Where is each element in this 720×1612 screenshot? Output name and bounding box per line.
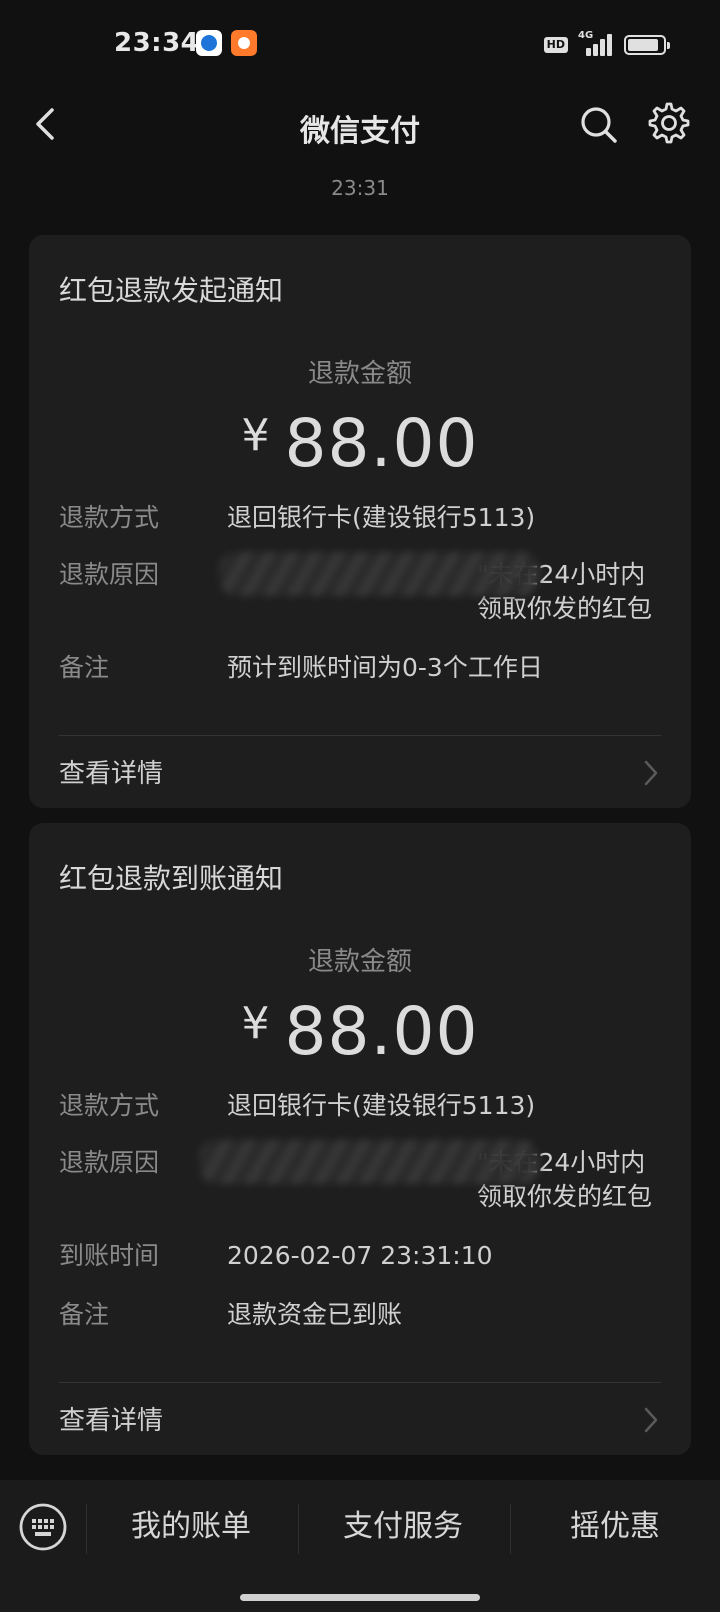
currency-symbol: ¥	[241, 410, 271, 461]
refund-amount: ¥88.00	[29, 993, 691, 1070]
view-details-label: 查看详情	[59, 759, 164, 789]
status-indicators: HD 4G	[543, 30, 670, 58]
row-key: 退款方式	[59, 503, 160, 532]
battery-icon	[624, 35, 670, 55]
view-details-link[interactable]: 查看详情	[59, 753, 661, 793]
refund-amount: ¥88.00	[29, 405, 691, 482]
row-key: 备注	[59, 653, 110, 682]
row-key: 退款原因	[59, 1148, 160, 1177]
info-row-reason: 退款原因 "未在24小时内领取你发的红包	[59, 552, 669, 628]
divider	[59, 1382, 661, 1383]
network-type: 4G	[578, 30, 594, 41]
row-value: 退回银行卡(建设银行5113)	[227, 503, 536, 532]
amount-value: 88.00	[284, 405, 479, 482]
amount-label: 退款金额	[307, 947, 412, 977]
amount-label: 退款金额	[307, 359, 412, 389]
bottom-menu-bar: 我的账单 支付服务 摇优惠	[0, 1480, 720, 1612]
home-indicator[interactable]	[240, 1594, 480, 1601]
view-details-label: 查看详情	[59, 1406, 164, 1436]
chevron-right-icon	[644, 1407, 658, 1433]
row-key: 到账时间	[59, 1241, 160, 1270]
row-value: 退款资金已到账	[227, 1300, 403, 1329]
row-key: 退款方式	[59, 1091, 160, 1120]
row-value: 预计到账时间为0-3个工作日	[227, 653, 543, 682]
amount-value: 88.00	[284, 993, 479, 1070]
message-timestamp: 23:31	[331, 176, 389, 200]
row-value: 2026-02-07 23:31:10	[227, 1241, 493, 1270]
row-value: 退回银行卡(建设银行5113)	[227, 1091, 536, 1120]
card-title: 红包退款发起通知	[59, 274, 284, 307]
tab-my-bills[interactable]: 我的账单	[86, 1492, 296, 1562]
row-key: 退款原因	[59, 560, 160, 589]
nav-bar: 微信支付	[0, 90, 720, 160]
refund-arrived-card[interactable]: 红包退款到账通知 退款金额 ¥88.00 退款方式 退回银行卡(建设银行5113…	[29, 823, 691, 1455]
status-bar: 23:34 HD 4G	[0, 0, 720, 90]
view-details-link[interactable]: 查看详情	[59, 1400, 661, 1440]
chevron-right-icon	[644, 760, 658, 786]
status-time: 23:34	[114, 28, 200, 58]
redacted-name-blur	[219, 552, 539, 596]
signal-icon: 4G	[578, 30, 614, 56]
hd-badge: HD	[543, 37, 568, 53]
divider	[59, 735, 661, 736]
row-key: 备注	[59, 1300, 110, 1329]
keyboard-icon[interactable]	[18, 1502, 68, 1552]
card-title: 红包退款到账通知	[59, 862, 284, 895]
gear-icon[interactable]	[648, 102, 690, 144]
info-row-reason: 退款原因 "未在24小时内领取你发的红包	[59, 1140, 669, 1216]
tab-payment-services[interactable]: 支付服务	[298, 1492, 508, 1562]
refund-initiated-card[interactable]: 红包退款发起通知 退款金额 ¥88.00 退款方式 退回银行卡(建设银行5113…	[29, 235, 691, 808]
app-notification-icon	[196, 30, 222, 56]
redacted-name-blur	[199, 1140, 539, 1184]
currency-symbol: ¥	[241, 998, 271, 1049]
app-notification-icon	[231, 30, 257, 56]
tab-shake-deals[interactable]: 摇优惠	[510, 1492, 720, 1562]
search-icon[interactable]	[578, 104, 618, 144]
